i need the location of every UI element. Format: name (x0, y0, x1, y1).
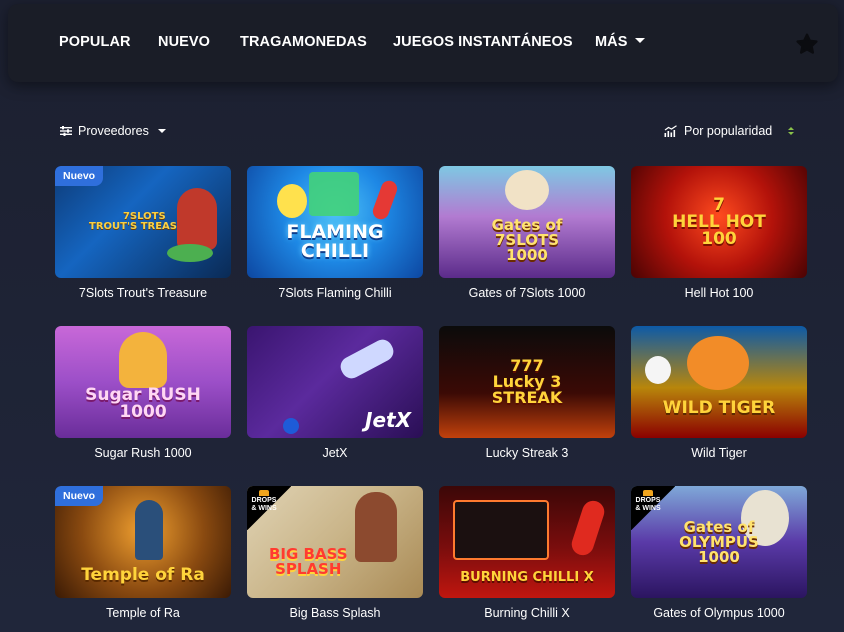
new-badge: Nuevo (55, 166, 104, 186)
game-tile[interactable]: Gates of OLYMPUS 1000 DROPS & WINS Gates… (631, 486, 807, 620)
game-art: 777 Lucky 3 STREAK (491, 356, 563, 407)
game-thumbnail: Gates of OLYMPUS 1000 DROPS & WINS (631, 486, 807, 598)
favorites-button[interactable] (792, 30, 822, 60)
game-title: JetX (322, 446, 348, 460)
game-title: Hell Hot 100 (684, 286, 754, 300)
chevron-down-icon (634, 38, 645, 43)
game-thumbnail: Temple of Ra Nuevo (55, 486, 231, 598)
game-art: Gates of 7SLOTS 1000 (491, 215, 563, 264)
game-title: Big Bass Splash (289, 606, 381, 620)
casino-games-page: POPULAR NUEVO TRAGAMONEDAS JUEGOS INSTAN… (0, 0, 844, 632)
game-thumbnail: BIG BASS SPLASH DROPS & WINS (247, 486, 423, 598)
game-thumbnail: WILD TIGER (631, 326, 807, 438)
game-title: Burning Chilli X (484, 606, 570, 620)
game-tile[interactable]: WILD TIGER Wild Tiger (631, 326, 807, 460)
providers-filter-dropdown[interactable]: Proveedores (60, 122, 166, 140)
providers-label: Proveedores (78, 124, 149, 138)
game-thumbnail: BURNING CHILLI X (439, 486, 615, 598)
nav-mas-dropdown[interactable]: MÁS (595, 34, 645, 56)
sort-arrows-icon (788, 127, 795, 135)
game-title: Wild Tiger (691, 446, 747, 460)
sort-label: Por popularidad (684, 124, 773, 138)
nav-juegos-instantaneos[interactable]: JUEGOS INSTANTÁNEOS (393, 34, 573, 56)
game-tile[interactable]: Gates of 7SLOTS 1000 Gates of 7Slots 100… (439, 166, 615, 300)
sort-dropdown[interactable]: Por popularidad (664, 122, 795, 140)
character-illustration (177, 188, 217, 250)
nav-popular[interactable]: POPULAR (59, 34, 131, 56)
game-title: Gates of 7Slots 1000 (468, 286, 586, 300)
game-art: FLAMING CHILLI (286, 221, 384, 262)
game-tile[interactable]: BIG BASS SPLASH DROPS & WINS Big Bass Sp… (247, 486, 423, 620)
game-tile[interactable]: 7 HELL HOT 100 Hell Hot 100 (631, 166, 807, 300)
new-badge: Nuevo (55, 486, 104, 506)
game-art: BURNING CHILLI X (460, 569, 594, 585)
game-art: Sugar RUSH 1000 (85, 385, 201, 422)
game-tile[interactable]: Temple of Ra Nuevo Temple of Ra (55, 486, 231, 620)
nav-nuevo[interactable]: NUEVO (158, 34, 210, 56)
game-thumbnail: 777 Lucky 3 STREAK (439, 326, 615, 438)
game-title: 7Slots Flaming Chilli (278, 286, 392, 300)
drops-and-wins-badge: DROPS & WINS (247, 486, 291, 530)
game-thumbnail: FLAMING CHILLI (247, 166, 423, 278)
game-tile[interactable]: BURNING CHILLI X Burning Chilli X (439, 486, 615, 620)
game-tile[interactable]: FLAMING CHILLI 7Slots Flaming Chilli (247, 166, 423, 300)
game-tile[interactable]: JetX JetX (247, 326, 423, 460)
game-title: Temple of Ra (106, 606, 180, 620)
fish-illustration (167, 244, 213, 262)
star-icon (796, 33, 818, 54)
game-title: Lucky Streak 3 (485, 446, 569, 460)
nav-mas-label: MÁS (595, 34, 628, 50)
game-tile[interactable]: Sugar RUSH 1000 Sugar Rush 1000 (55, 326, 231, 460)
game-title: 7Slots Trout's Treasure (78, 286, 208, 300)
game-art: 7 HELL HOT 100 (672, 194, 766, 249)
game-art: JetX (365, 408, 411, 432)
game-thumbnail: 7SLOTS TROUT'S TREASURE Nuevo (55, 166, 231, 278)
game-title: Gates of Olympus 1000 (653, 606, 785, 620)
game-title: Sugar Rush 1000 (94, 446, 192, 460)
game-art: WILD TIGER (662, 397, 776, 418)
game-tile[interactable]: 7SLOTS TROUT'S TREASURE Nuevo 7Slots Tro… (55, 166, 231, 300)
chevron-down-icon (157, 129, 166, 133)
nav-tragamonedas[interactable]: TRAGAMONEDAS (240, 34, 367, 56)
game-thumbnail: Gates of 7SLOTS 1000 (439, 166, 615, 278)
game-thumbnail: 7 HELL HOT 100 (631, 166, 807, 278)
top-navigation-bar: POPULAR NUEVO TRAGAMONEDAS JUEGOS INSTAN… (8, 4, 838, 82)
sliders-icon (60, 126, 72, 136)
drops-badge-text: DROPS & WINS (251, 497, 277, 512)
game-thumbnail: Sugar RUSH 1000 (55, 326, 231, 438)
trending-chart-icon (664, 125, 677, 137)
drops-and-wins-badge: DROPS & WINS (631, 486, 675, 530)
drops-badge-text: DROPS & WINS (635, 497, 661, 512)
game-thumbnail: JetX (247, 326, 423, 438)
game-tile[interactable]: 777 Lucky 3 STREAK Lucky Streak 3 (439, 326, 615, 460)
